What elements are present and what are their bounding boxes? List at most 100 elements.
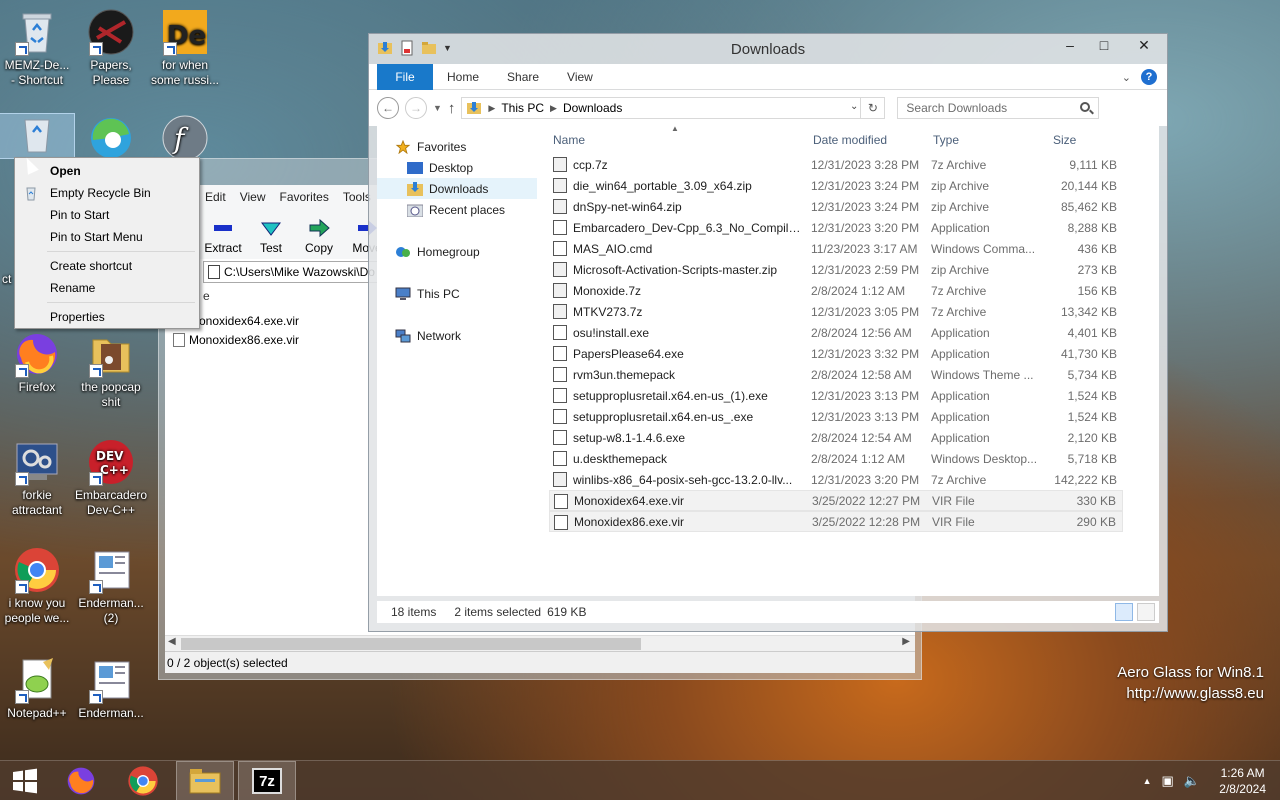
desktop-icon-enderman-2[interactable]: Enderman... (2) — [74, 546, 148, 626]
taskbar-chrome[interactable] — [114, 761, 172, 800]
file-row[interactable]: Embarcadero_Dev-Cpp_6.3_No_Compiler... 12… — [549, 217, 1123, 238]
desktop-icon-devcpp[interactable]: DEV C++ Embarcadero Dev-C++ — [74, 438, 148, 518]
back-icon[interactable]: ← — [377, 97, 399, 119]
nav-favorites[interactable]: Favorites — [377, 136, 537, 157]
extract-button[interactable]: Extract — [204, 219, 242, 255]
explorer-window[interactable]: ▼ Downloads – □ ✕ File Home Share View ⌄… — [368, 33, 1168, 632]
scroll-thumb[interactable] — [181, 638, 641, 650]
menu-tools[interactable]: Tools — [343, 190, 371, 204]
network-tray-icon[interactable]: ▣ — [1162, 773, 1174, 789]
column-type[interactable]: Type — [933, 133, 959, 147]
file-name: ccp.7z — [573, 157, 608, 172]
nav-homegroup[interactable]: Homegroup — [377, 241, 537, 262]
breadcrumb-separator-icon[interactable]: ▶ — [550, 103, 557, 114]
nav-desktop[interactable]: Desktop — [377, 157, 537, 178]
details-view-icon[interactable] — [1115, 603, 1133, 621]
list-item[interactable]: Monoxidex86.exe.vir — [173, 330, 299, 349]
file-row[interactable]: Monoxidex64.exe.vir 3/25/2022 12:27 PM VIR… — [549, 490, 1123, 511]
desktop-icon-russian[interactable]: De for when some russi... — [148, 8, 222, 88]
menu-favorites[interactable]: Favorites — [279, 190, 328, 204]
file-name: Monoxidex86.exe.vir — [574, 514, 685, 529]
desktop-icon-recycle-bin[interactable] — [0, 113, 75, 159]
test-button[interactable]: Test — [253, 219, 289, 255]
file-row[interactable]: die_win64_portable_3.09_x64.zip 12/31/202… — [549, 175, 1123, 196]
file-row[interactable]: setup-w8.1-1.4.6.exe 2/8/2024 12:54 AM App… — [549, 427, 1123, 448]
menu-item-open[interactable]: Open — [17, 160, 197, 182]
large-icons-view-icon[interactable] — [1137, 603, 1155, 621]
menu-item-properties[interactable]: Properties — [17, 306, 197, 328]
file-row[interactable]: PapersPlease64.exe 12/31/2023 3:32 PM Appl… — [549, 343, 1123, 364]
file-size: 330 KB — [1076, 493, 1116, 508]
star-icon — [395, 139, 411, 154]
file-row[interactable]: osu!install.exe 2/8/2024 12:56 AM Applicat… — [549, 322, 1123, 343]
file-row[interactable]: setupproplusretail.x64.en-us_.exe 12/31/2… — [549, 406, 1123, 427]
volume-muted-icon[interactable]: 🔈 — [1184, 773, 1200, 789]
file-row[interactable]: winlibs-x86_64-posix-seh-gcc-13.2.0-llv.… — [549, 469, 1123, 490]
show-hidden-icons-icon[interactable]: ▲ — [1143, 776, 1152, 786]
file-row[interactable]: Monoxide.7z 2/8/2024 1:12 AM 7z Archive 156… — [549, 280, 1123, 301]
file-row[interactable]: rvm3un.themepack 2/8/2024 12:58 AM Windows… — [549, 364, 1123, 385]
breadcrumb-downloads[interactable]: Downloads — [563, 101, 622, 115]
address-bar[interactable]: ▶ This PC ▶ Downloads ⌄ ↻ — [461, 97, 886, 119]
desktop-icon-memz[interactable]: MEMZ-De... - Shortcut — [0, 8, 74, 88]
breadcrumb-separator-icon[interactable]: ▶ — [488, 103, 495, 114]
desktop-icon-firefox[interactable]: Firefox — [0, 330, 74, 395]
search-input[interactable]: Search Downloads — [897, 97, 1100, 119]
search-icon[interactable] — [1080, 102, 1091, 112]
desktop-icon-forkie[interactable]: forkie attractant — [0, 438, 74, 518]
up-icon[interactable]: ↑ — [448, 100, 456, 117]
7zip-horizontal-scrollbar[interactable]: ◀ ▶ — [165, 635, 915, 651]
expand-ribbon-icon[interactable]: ⌄ — [1122, 71, 1131, 84]
start-button[interactable] — [0, 761, 50, 800]
column-size[interactable]: Size — [1053, 133, 1076, 147]
nav-network[interactable]: Network — [377, 325, 537, 346]
breadcrumb-this-pc[interactable]: This PC — [501, 101, 544, 115]
desktop-icon-enderman[interactable]: Enderman... — [74, 656, 148, 721]
taskbar-firefox[interactable] — [52, 761, 110, 800]
menu-item-pin-to-start-menu[interactable]: Pin to Start Menu — [17, 226, 197, 248]
column-date[interactable]: Date modified — [813, 133, 887, 147]
desktop-icon-chrome[interactable]: i know you people we... — [0, 546, 74, 626]
tab-home[interactable]: Home — [433, 70, 493, 84]
file-row[interactable]: MAS_AIO.cmd 11/23/2023 3:17 AM Windows Com… — [549, 238, 1123, 259]
copy-button[interactable]: Copy — [301, 218, 337, 255]
desktop-icon-popcap[interactable]: the popcap shit — [74, 330, 148, 410]
tab-file[interactable]: File — [377, 63, 433, 90]
desktop-icon-notepadpp[interactable]: Notepad++ — [0, 656, 74, 721]
nav-recent-places[interactable]: Recent places — [377, 199, 537, 220]
menu-item-rename[interactable]: Rename — [17, 277, 197, 299]
maximize-icon[interactable]: □ — [1087, 34, 1121, 56]
file-row[interactable]: dnSpy-net-win64.zip 12/31/2023 3:24 PM zip… — [549, 196, 1123, 217]
close-icon[interactable]: ✕ — [1121, 34, 1167, 56]
column-name[interactable]: Name — [553, 133, 585, 147]
menu-item-empty-recycle-bin[interactable]: Empty Recycle Bin — [17, 182, 197, 204]
file-row[interactable]: u.deskthemepack 2/8/2024 1:12 AM Windows D… — [549, 448, 1123, 469]
file-row[interactable]: Microsoft-Activation-Scripts-master.zip 1… — [549, 259, 1123, 280]
help-icon[interactable]: ? — [1141, 69, 1157, 85]
menu-view[interactable]: View — [240, 190, 266, 204]
file-row[interactable]: setupproplusretail.x64.en-us_(1).exe 12/3… — [549, 385, 1123, 406]
nav-downloads[interactable]: Downloads — [377, 178, 537, 199]
file-row[interactable]: Monoxidex86.exe.vir 3/25/2022 12:28 PM VIR… — [549, 511, 1123, 532]
refresh-icon[interactable]: ↻ — [860, 98, 884, 118]
tab-share[interactable]: Share — [493, 70, 553, 84]
nav-this-pc[interactable]: This PC — [377, 283, 537, 304]
taskbar-7zip[interactable]: 7z — [238, 761, 296, 800]
clock[interactable]: 1:26 AM 2/8/2024 — [1219, 765, 1266, 797]
recent-locations-icon[interactable]: ▼ — [433, 103, 442, 113]
menu-item-create-shortcut[interactable]: Create shortcut — [17, 255, 197, 277]
scroll-left-icon[interactable]: ◀ — [168, 636, 176, 647]
minimize-icon[interactable]: – — [1053, 34, 1087, 56]
file-row[interactable]: ccp.7z 12/31/2023 3:28 PM 7z Archive 9,111 … — [549, 154, 1123, 175]
desktop-icon-papers-please[interactable]: Papers, Please — [74, 8, 148, 88]
scroll-right-icon[interactable]: ▶ — [902, 636, 910, 647]
taskbar-file-explorer[interactable] — [176, 761, 234, 800]
file-row[interactable]: MTKV273.7z 12/31/2023 3:05 PM 7z Archive 13… — [549, 301, 1123, 322]
menu-item-pin-to-start[interactable]: Pin to Start — [17, 204, 197, 226]
explorer-titlebar[interactable]: ▼ Downloads – □ ✕ — [369, 34, 1167, 64]
forward-icon[interactable]: → — [405, 97, 427, 119]
menu-edit[interactable]: Edit — [205, 190, 226, 204]
tab-view[interactable]: View — [553, 70, 607, 84]
address-dropdown-icon[interactable]: ⌄ — [850, 101, 858, 112]
7zip-column-header[interactable]: e — [203, 289, 210, 303]
